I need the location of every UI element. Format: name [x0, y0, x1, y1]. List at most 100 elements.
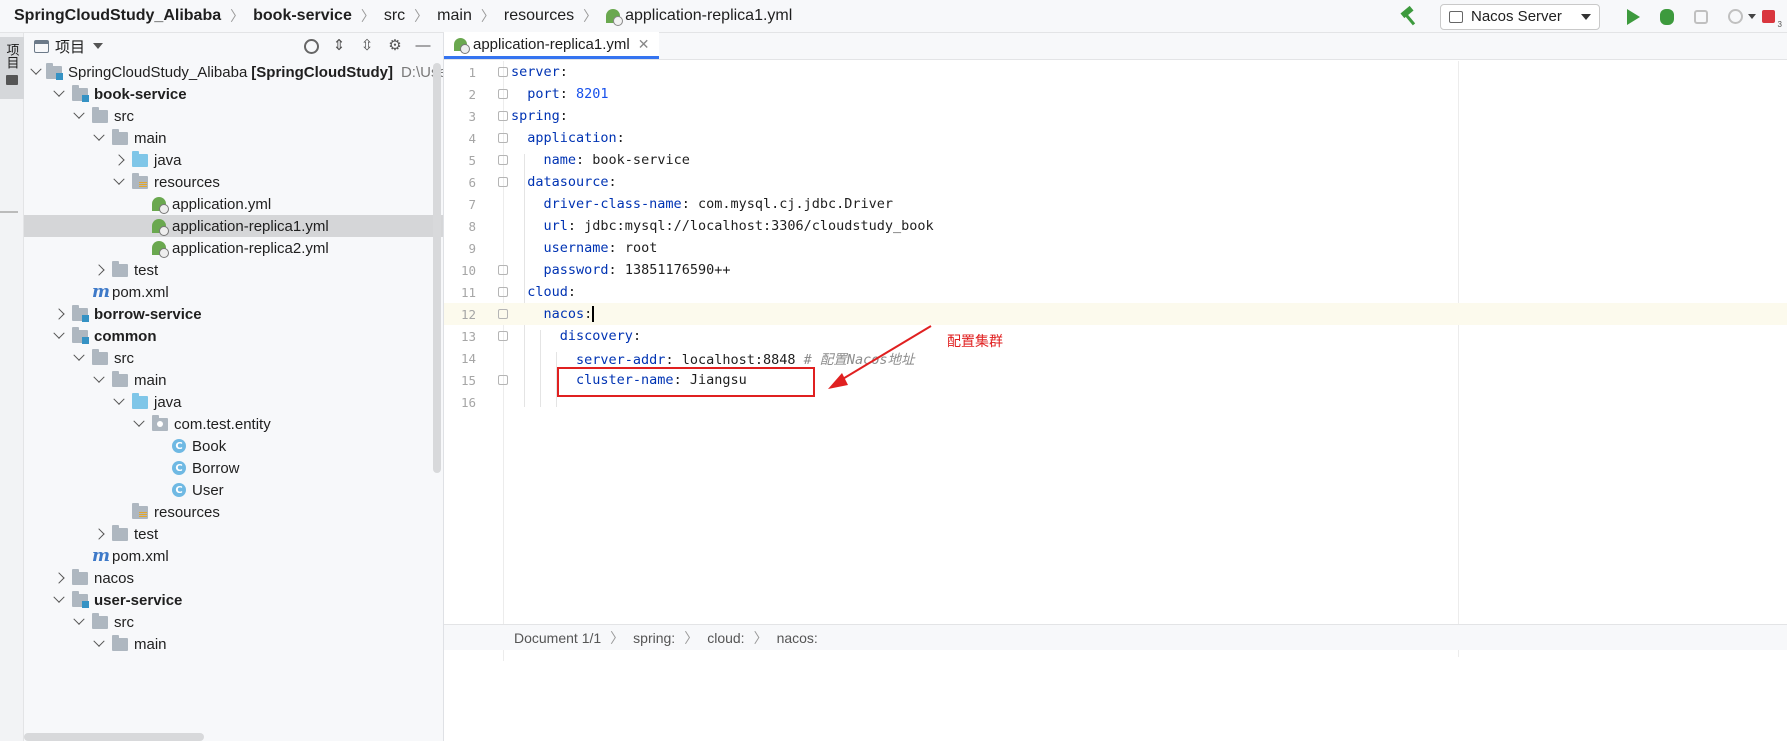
breadcrumb-src[interactable]: src [384, 7, 405, 25]
editor-tab-active[interactable]: application-replica1.yml ✕ [444, 32, 660, 59]
chevron-down-icon[interactable] [93, 43, 104, 49]
hide-icon[interactable]: — [415, 38, 431, 54]
debug-button[interactable] [1657, 7, 1677, 27]
gear-icon[interactable]: ⚙ [387, 38, 403, 54]
code-line[interactable]: 6 datasource: [444, 171, 1787, 193]
tree-item[interactable]: com.test.entity [24, 413, 443, 435]
run-configuration-select[interactable]: Nacos Server [1440, 3, 1600, 30]
tree-item[interactable]: main [24, 127, 443, 149]
tree-item[interactable]: nacos [24, 567, 443, 589]
chevron-down-icon[interactable] [72, 351, 86, 365]
project-tool-window-tab[interactable]: 项目 [0, 37, 24, 99]
fold-marker-icon[interactable] [498, 67, 508, 77]
run-button[interactable] [1623, 7, 1643, 27]
code-line-current[interactable]: 12 nacos: [444, 303, 1787, 325]
code-line[interactable]: 11 cloud: [444, 281, 1787, 303]
tree-item[interactable]: user-service [24, 589, 443, 611]
fold-marker-icon[interactable] [498, 155, 508, 165]
tree-item[interactable]: src [24, 105, 443, 127]
code-line[interactable]: 7 driver-class-name: com.mysql.cj.jdbc.D… [444, 193, 1787, 215]
tree-item[interactable]: resources [24, 501, 443, 523]
tree-item[interactable]: application.yml [24, 193, 443, 215]
fold-marker-icon[interactable] [498, 309, 508, 319]
chevron-down-icon[interactable] [112, 175, 126, 189]
horizontal-scrollbar[interactable] [24, 733, 204, 741]
expand-all-icon[interactable]: ⇕ [331, 38, 347, 54]
chevron-down-icon[interactable] [92, 373, 106, 387]
code-line[interactable]: 10 password: 13851176590++ [444, 259, 1787, 281]
vertical-scrollbar[interactable] [433, 63, 441, 473]
chevron-right-icon[interactable] [52, 307, 66, 321]
chevron-down-icon[interactable] [132, 417, 146, 431]
tree-item[interactable]: borrow-service [24, 303, 443, 325]
chevron-down-icon[interactable] [112, 395, 126, 409]
coverage-button[interactable] [1691, 7, 1711, 27]
breadcrumb-file[interactable]: application-replica1.yml [606, 7, 792, 26]
tree-item[interactable]: src [24, 611, 443, 633]
chevron-right-icon[interactable] [52, 571, 66, 585]
tree-item[interactable]: C User [24, 479, 443, 501]
yaml-path-cloud[interactable]: cloud: [707, 630, 744, 646]
tree-item[interactable]: C Borrow [24, 457, 443, 479]
fold-marker-icon[interactable] [498, 375, 508, 385]
fold-marker-icon[interactable] [498, 177, 508, 187]
profile-button[interactable] [1725, 7, 1745, 27]
code-line[interactable]: 9 username: root [444, 237, 1787, 259]
tree-item[interactable]: java [24, 149, 443, 171]
chevron-down-icon[interactable] [52, 87, 66, 101]
tree-item[interactable]: m pom.xml [24, 281, 443, 303]
breadcrumb-project[interactable]: SpringCloudStudy_Alibaba [14, 7, 221, 25]
code-line[interactable]: 5 name: book-service [444, 149, 1787, 171]
breadcrumb-main[interactable]: main [437, 7, 472, 25]
fold-marker-icon[interactable] [498, 331, 508, 341]
chevron-right-icon[interactable] [92, 527, 106, 541]
build-hammer-icon[interactable] [1398, 6, 1420, 28]
tree-item[interactable]: m pom.xml [24, 545, 443, 567]
code-line[interactable]: 13 discovery: [444, 325, 1787, 347]
close-icon[interactable]: ✕ [638, 36, 650, 53]
code-area[interactable]: 1 server: 2 port: 8201 3 spring: 4 appli… [444, 61, 1787, 413]
fold-marker-icon[interactable] [498, 265, 508, 275]
chevron-down-icon[interactable] [52, 329, 66, 343]
tree-item[interactable]: main [24, 633, 443, 655]
chevron-down-icon[interactable] [32, 65, 40, 79]
select-opened-file-icon[interactable] [304, 38, 319, 54]
tree-item[interactable]: SpringCloudStudy_Alibaba [SpringCloudStu… [24, 61, 443, 83]
document-indicator[interactable]: Document 1/1 [514, 630, 601, 646]
code-line[interactable]: 1 server: [444, 61, 1787, 83]
breadcrumb-module[interactable]: book-service [253, 7, 352, 25]
tree-item[interactable]: test [24, 523, 443, 545]
stop-button[interactable] [1762, 10, 1782, 29]
collapse-all-icon[interactable]: ⇳ [359, 38, 375, 54]
tree-item[interactable]: application-replica2.yml [24, 237, 443, 259]
breadcrumb-resources[interactable]: resources [504, 7, 574, 25]
fold-marker-icon[interactable] [498, 287, 508, 297]
code-line[interactable]: 14 server-addr: localhost:8848 # 配置Nacos… [444, 347, 1787, 369]
chevron-down-icon[interactable] [92, 131, 106, 145]
tree-item[interactable]: C Book [24, 435, 443, 457]
tree-item[interactable]: book-service [24, 83, 443, 105]
chevron-down-icon[interactable] [72, 615, 86, 629]
tree-item[interactable]: java [24, 391, 443, 413]
tree-item[interactable]: main [24, 369, 443, 391]
code-line[interactable]: 4 application: [444, 127, 1787, 149]
tree-item[interactable]: test [24, 259, 443, 281]
chevron-right-icon[interactable] [112, 153, 126, 167]
yaml-path-nacos[interactable]: nacos: [777, 630, 818, 646]
fold-marker-icon[interactable] [498, 111, 508, 121]
chevron-right-icon[interactable] [92, 263, 106, 277]
more-run-options-icon[interactable] [1748, 14, 1756, 19]
tree-item[interactable]: resources [24, 171, 443, 193]
fold-marker-icon[interactable] [498, 133, 508, 143]
fold-marker-icon[interactable] [498, 89, 508, 99]
code-line[interactable]: 8 url: jdbc:mysql://localhost:3306/cloud… [444, 215, 1787, 237]
chevron-down-icon[interactable] [52, 593, 66, 607]
tree-item[interactable]: src [24, 347, 443, 369]
tree-item-selected[interactable]: application-replica1.yml [24, 215, 443, 237]
yaml-path-spring[interactable]: spring: [633, 630, 675, 646]
code-line[interactable]: 3 spring: [444, 105, 1787, 127]
chevron-down-icon[interactable] [92, 637, 106, 651]
project-panel-title[interactable]: 项目 [55, 36, 85, 57]
chevron-down-icon[interactable] [72, 109, 86, 123]
code-line[interactable]: 2 port: 8201 [444, 83, 1787, 105]
